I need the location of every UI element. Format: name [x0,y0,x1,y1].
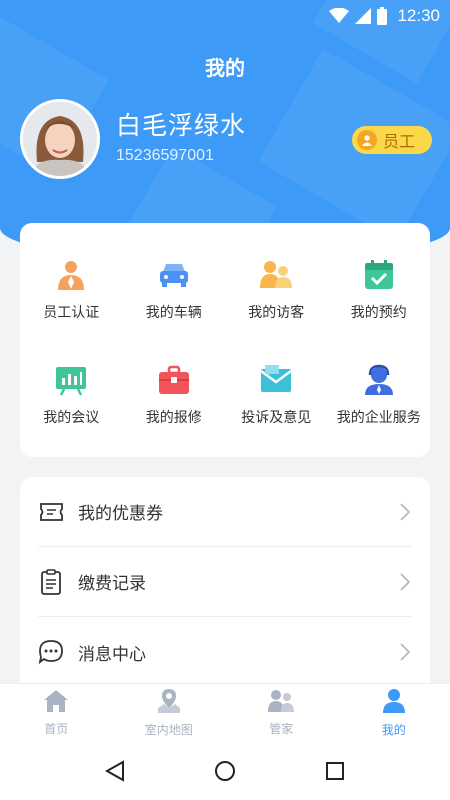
visitors-icon [259,258,293,292]
profile-icon [382,688,406,718]
role-badge: 员工 [352,126,432,154]
car-icon [157,258,191,292]
role-badge-label: 员工 [383,132,416,151]
calendar-check-icon [362,258,396,292]
grid-item-employee-auth[interactable]: 员工认证 [20,237,123,342]
tab-indoor-map[interactable]: 室内地图 [113,684,226,741]
tab-butler[interactable]: 管家 [225,684,338,741]
employee-icon [54,258,88,292]
recents-square-icon[interactable] [320,756,350,786]
grid-item-my-vehicles[interactable]: 我的车辆 [123,237,226,342]
status-bar: 12:30 [0,0,450,32]
user-phone: 15236597001 [116,147,214,164]
grid-item-my-visitors[interactable]: 我的访客 [225,237,328,342]
system-nav-bar [0,741,450,800]
tab-home[interactable]: 首页 [0,684,113,741]
chevron-right-icon [398,572,412,591]
service-agent-icon [362,363,396,397]
menu-list: 我的优惠券 缴费记录 消息中心 [20,477,430,697]
signal-icon [355,8,372,24]
butler-icon [267,689,295,717]
back-icon[interactable] [100,756,130,786]
person-icon [357,130,377,150]
list-item-coupons[interactable]: 我的优惠券 [38,477,412,547]
message-icon [38,639,64,665]
coupon-icon [38,499,64,525]
battery-icon [377,7,388,25]
grid-item-my-reservations[interactable]: 我的预约 [328,237,431,342]
grid-item-enterprise-services[interactable]: 我的企业服务 [328,342,431,447]
envelope-icon [259,363,293,397]
list-item-payment-records[interactable]: 缴费记录 [38,547,412,617]
bottom-tab-bar: 首页 室内地图 管家 我的 [0,683,450,741]
clipboard-icon [38,568,64,595]
list-item-message-center[interactable]: 消息中心 [38,617,412,687]
feature-grid: 员工认证 我的车辆 我的访客 我的预约 我的会议 我的报修 投诉及意见 我的企业… [20,223,430,457]
toolbox-icon [157,363,191,397]
meeting-board-icon [54,363,88,397]
home-circle-icon[interactable] [210,756,240,786]
status-time: 12:30 [397,6,440,25]
page-title: 我的 [205,56,245,80]
home-icon [43,689,69,717]
wifi-icon [329,8,350,24]
tab-profile[interactable]: 我的 [338,684,450,741]
grid-item-complaints[interactable]: 投诉及意见 [225,342,328,447]
chevron-right-icon [398,502,412,521]
grid-item-my-repairs[interactable]: 我的报修 [123,342,226,447]
chevron-right-icon [398,643,412,661]
grid-item-my-meetings[interactable]: 我的会议 [20,342,123,447]
user-name: 白毛浮绿水 [116,111,247,140]
map-pin-icon [156,688,182,718]
avatar[interactable] [20,99,100,179]
